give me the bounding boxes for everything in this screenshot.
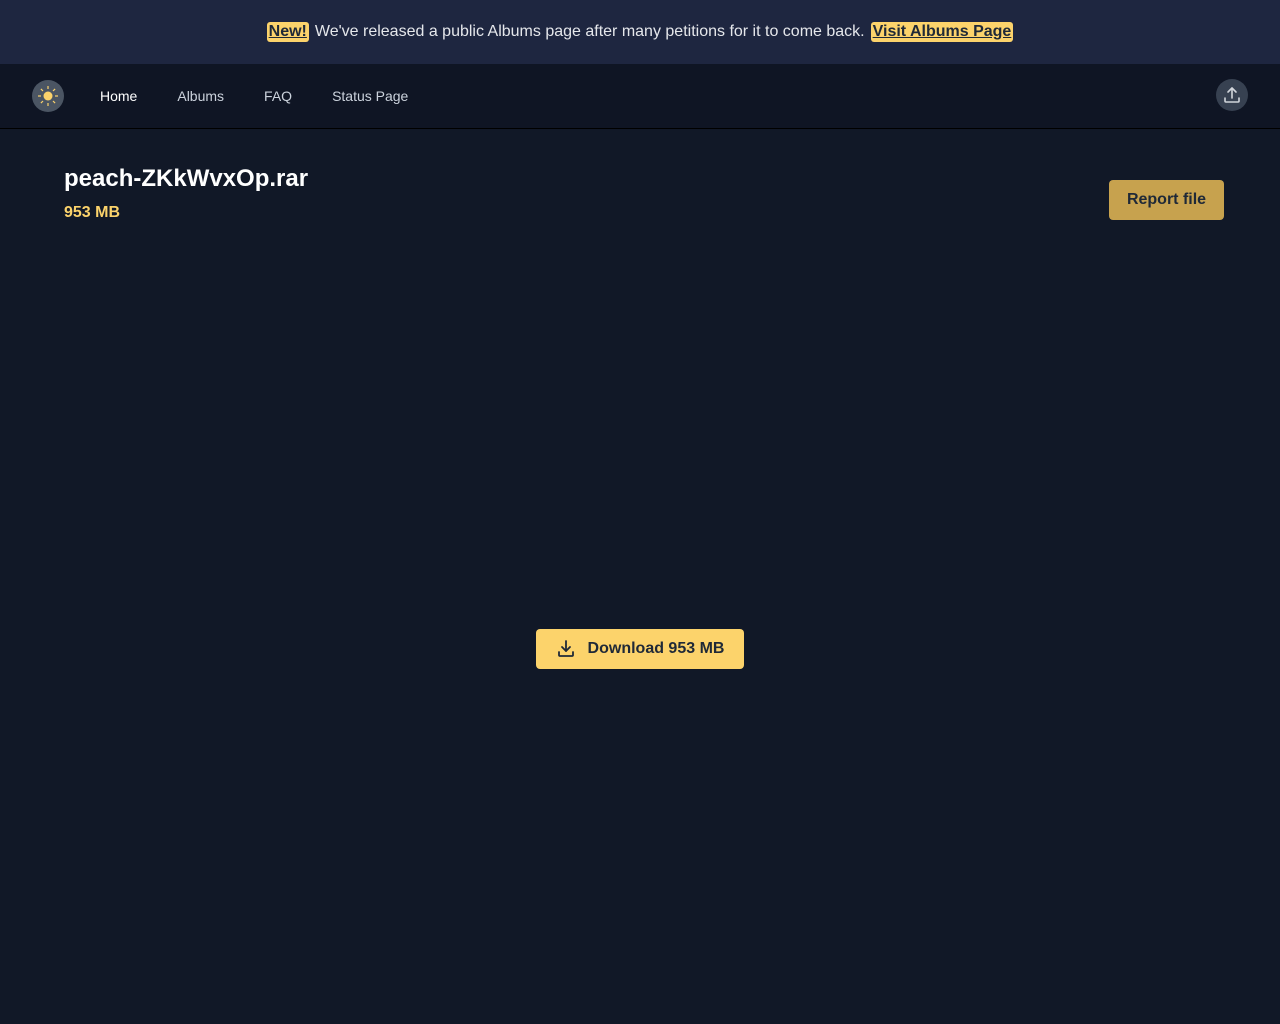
nav-item-status-page[interactable]: Status Page xyxy=(332,88,408,104)
file-page: peach-ZKkWvxOp.rar 953 MB Report file Do… xyxy=(0,129,1280,1024)
sun-logo-icon[interactable] xyxy=(32,80,64,112)
top-navbar: Home Albums FAQ Status Page xyxy=(0,64,1280,129)
new-badge: New! xyxy=(266,22,309,42)
file-size: 953 MB xyxy=(64,204,121,221)
download-icon xyxy=(557,640,574,657)
upload-button[interactable] xyxy=(1216,79,1248,111)
upload-icon xyxy=(1224,87,1240,103)
announcement-message: We've released a public Albums page afte… xyxy=(314,23,865,40)
nav-item-home[interactable]: Home xyxy=(100,88,137,104)
download-button[interactable]: Download 953 MB xyxy=(536,629,744,669)
nav-item-faq[interactable]: FAQ xyxy=(264,88,292,104)
visit-albums-link[interactable]: Visit Albums Page xyxy=(870,22,1014,42)
download-label: Download 953 MB xyxy=(587,640,725,657)
report-file-button[interactable]: Report file xyxy=(1109,180,1224,220)
file-name: peach-ZKkWvxOp.rar xyxy=(64,165,309,192)
announcement-banner: New! We've released a public Albums page… xyxy=(0,0,1280,64)
nav-links: Home Albums FAQ Status Page xyxy=(100,88,448,104)
nav-item-albums[interactable]: Albums xyxy=(177,88,224,104)
